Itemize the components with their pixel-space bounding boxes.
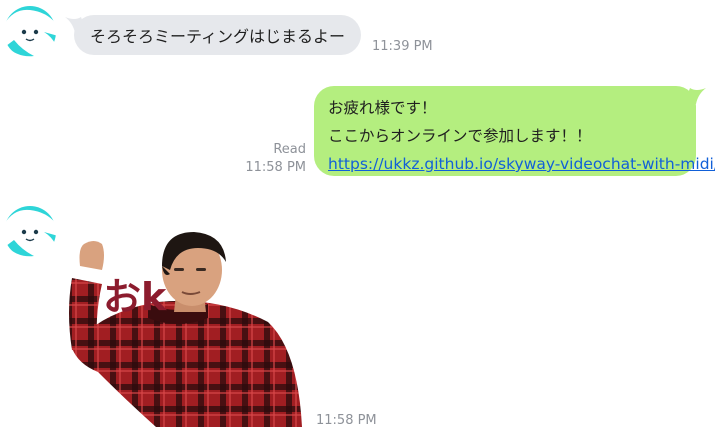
sticker-message[interactable]: おk (58, 222, 306, 427)
bubble-tail-icon (65, 17, 87, 33)
message-timestamp: 11:58 PM (245, 160, 306, 175)
sender-avatar[interactable] (4, 6, 56, 58)
message-timestamp: 11:58 PM (316, 413, 377, 428)
message-timestamp: 11:39 PM (372, 39, 433, 54)
sticker-text: おk (103, 275, 167, 319)
bubble-tail-icon (684, 88, 706, 104)
message-link[interactable]: https://ukkz.github.io/skyway-videochat-… (328, 155, 715, 173)
message-line: ここからオンラインで参加します！！ (328, 127, 592, 145)
message-line: お疲れ様です！ (328, 99, 437, 117)
outgoing-message-bubble: お疲れ様です！ ここからオンラインで参加します！！ https://ukkz.g… (314, 86, 715, 176)
avatar-icon (4, 206, 56, 258)
read-receipt: Read 11:58 PM (245, 141, 306, 177)
avatar-icon (4, 6, 56, 58)
sender-avatar[interactable] (4, 206, 56, 258)
incoming-message-bubble: そろそろミーティングはじまるよー (65, 15, 362, 55)
read-label: Read (273, 142, 306, 157)
message-text: そろそろミーティングはじまるよー (90, 27, 346, 46)
sticker-image: おk (69, 232, 302, 427)
